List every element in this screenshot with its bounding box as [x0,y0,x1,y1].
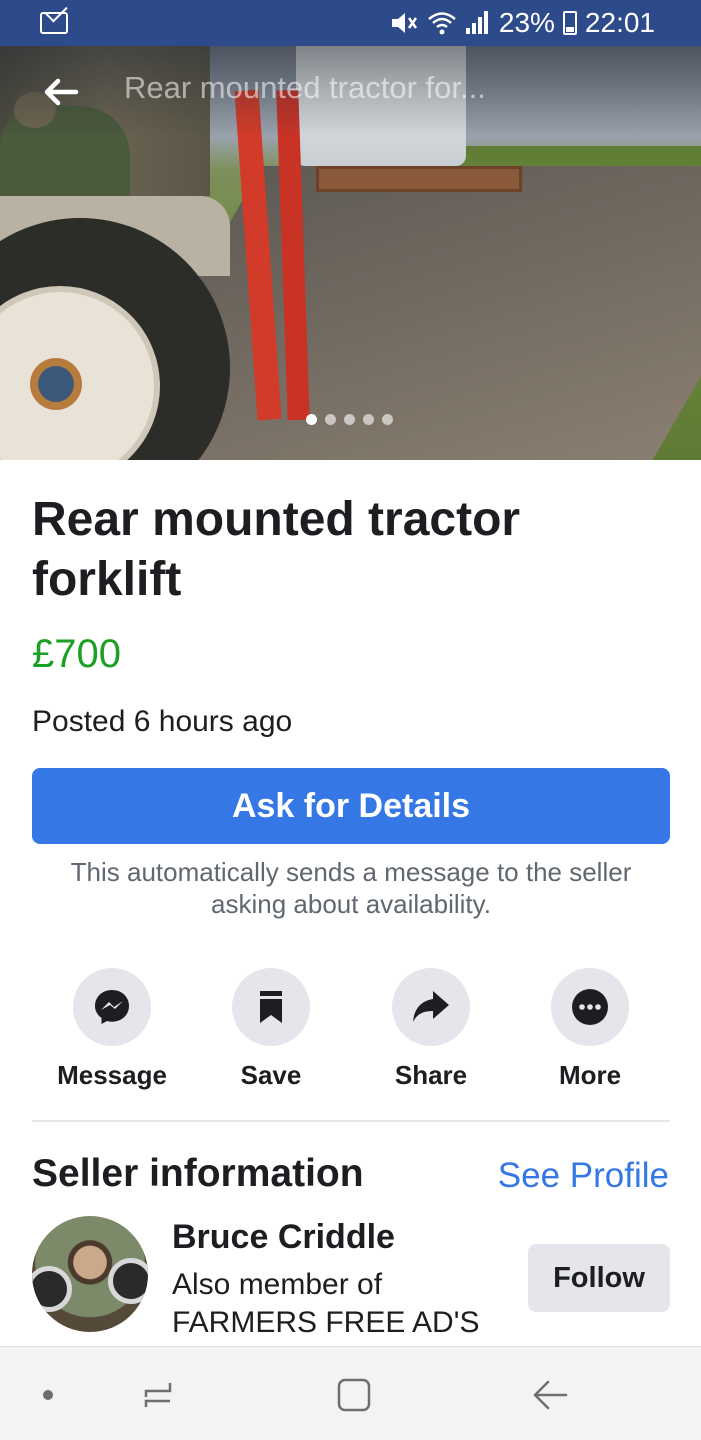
pagination-dot[interactable] [344,414,355,425]
clock: 22:01 [584,7,655,38]
wifi-icon [428,12,456,35]
ask-note: This automatically sends a message to th… [70,857,632,919]
photo-pagination [306,414,393,425]
avatar-photo-detail [32,1266,72,1312]
mute-icon [391,13,417,33]
bookmark-icon [232,968,310,1046]
action-label: Save [240,1060,302,1090]
pagination-dot[interactable] [363,414,374,425]
seller-membership: Also member of FARMERS FREE AD'S [172,1266,512,1342]
action-label: Message [57,1060,167,1090]
system-nav-bar [0,1346,701,1440]
battery-percent: 23% [498,7,555,38]
action-label: Share [394,1060,468,1090]
back-icon[interactable] [530,1377,570,1413]
listing-photo[interactable] [0,46,701,460]
photo-pallet [316,166,522,192]
divider [32,1120,670,1122]
ask-for-details-button[interactable]: Ask for Details [32,768,670,844]
posted-time: Posted 6 hours ago [32,705,293,738]
see-profile-link[interactable]: See Profile [498,1156,669,1196]
battery-icon [562,11,577,35]
follow-button[interactable]: Follow [528,1244,670,1312]
status-indicators: 23% 22:01 [389,7,655,38]
seller-avatar[interactable] [32,1216,148,1332]
mail-icon [40,12,68,34]
avatar-photo-detail [108,1258,148,1304]
message-button[interactable]: Message [32,968,192,1091]
listing-price: £700 [32,632,121,676]
pagination-dot[interactable] [306,414,317,425]
status-bar: 23% 22:01 [0,0,701,46]
listing-title: Rear mounted tractor forklift [32,493,521,606]
action-row: Message Save Share More [32,968,670,1098]
more-dots-icon [551,968,629,1046]
photo-tractor-hub [30,358,82,410]
more-button[interactable]: More [510,968,670,1091]
signal-icon [465,11,488,34]
dot-indicator-icon [28,1377,68,1413]
messenger-icon [73,968,151,1046]
pagination-dot[interactable] [382,414,393,425]
action-label: More [558,1060,622,1090]
group-name[interactable]: FARMERS FREE AD'S [172,1304,512,1342]
membership-line: Also member of [172,1268,383,1301]
share-arrow-icon [392,968,470,1046]
recents-icon[interactable] [138,1377,178,1413]
seller-heading: Seller information [32,1152,364,1195]
seller-name[interactable]: Bruce Criddle [172,1218,395,1257]
save-button[interactable]: Save [191,968,351,1091]
home-icon[interactable] [334,1377,374,1413]
share-button[interactable]: Share [351,968,511,1091]
header-title: Rear mounted tractor for... [124,70,486,105]
pagination-dot[interactable] [325,414,336,425]
back-arrow-icon[interactable] [40,76,84,108]
